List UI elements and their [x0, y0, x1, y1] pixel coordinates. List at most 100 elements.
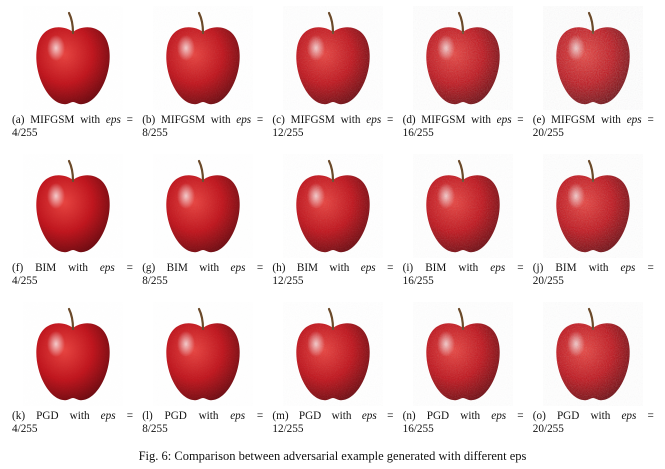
apple-image — [23, 6, 123, 110]
caption-eps: eps — [490, 262, 506, 274]
subfigure-caption: (n) PGD with eps = 16/255 — [403, 410, 524, 436]
caption-eps: eps — [626, 114, 642, 126]
caption-eps: eps — [105, 114, 121, 126]
subfigure-label: (b) — [142, 114, 156, 126]
attack-method: PGD — [556, 410, 580, 422]
eps-value: 8/255 — [142, 127, 168, 139]
apple-image — [153, 302, 253, 406]
attack-method: BIM — [35, 262, 57, 274]
caption-eps: eps — [491, 410, 507, 422]
attack-method: MIFGSM — [30, 114, 75, 126]
apple-image — [23, 302, 123, 406]
apple-image — [543, 6, 644, 110]
caption-with: with — [601, 114, 621, 126]
eps-value: 8/255 — [142, 275, 168, 287]
subfigure-caption: (k) PGD with eps = 4/255 — [12, 410, 133, 436]
caption-with: with — [588, 262, 609, 274]
eps-value: 4/255 — [12, 127, 38, 139]
attack-method: PGD — [164, 410, 187, 422]
caption-equals: = — [647, 114, 654, 126]
caption-equals: = — [387, 114, 394, 126]
apple-image — [413, 6, 514, 110]
apple-image — [413, 302, 514, 406]
caption-with: with — [458, 262, 479, 274]
caption-eps: eps — [99, 262, 115, 274]
subfigure-panel: (c) MIFGSM with eps = 12/255 — [272, 6, 393, 140]
figure-grid: (a) MIFGSM with eps = 4/255 (b) MIFGSM with eps = 8… — [12, 6, 655, 436]
subfigure-label: (f) — [12, 262, 24, 274]
subfigure-panel: (k) PGD with eps = 4/255 — [12, 302, 133, 436]
caption-equals: = — [126, 114, 133, 126]
subfigure-panel: (m) PGD with eps = 12/255 — [272, 302, 393, 436]
apple-illustration — [165, 307, 240, 401]
caption-equals: = — [387, 262, 394, 274]
apple-illustration — [413, 154, 514, 258]
apple-illustration — [35, 11, 110, 105]
apple-image — [282, 154, 383, 258]
apple-illustration — [543, 154, 644, 258]
subfigure-caption: (i) BIM with eps = 16/255 — [403, 262, 524, 288]
subfigure-panel: (b) MIFGSM with eps = 8/255 — [142, 6, 263, 140]
subfigure-label: (m) — [272, 410, 289, 422]
subfigure-caption: (d) MIFGSM with eps = 16/255 — [403, 114, 524, 140]
caption-with: with — [331, 410, 352, 422]
caption-eps: eps — [230, 262, 246, 274]
caption-with: with — [460, 410, 481, 422]
subfigure-panel: (o) PGD with eps = 20/255 — [533, 302, 654, 436]
subfigure-caption: (g) BIM with eps = 8/255 — [142, 262, 263, 288]
subfigure-caption: (l) PGD with eps = 8/255 — [142, 410, 263, 436]
attack-method: BIM — [166, 262, 188, 274]
subfigure-panel: (a) MIFGSM with eps = 4/255 — [12, 6, 133, 140]
subfigure-caption: (e) MIFGSM with eps = 20/255 — [533, 114, 654, 140]
eps-value: 12/255 — [272, 423, 304, 435]
attack-method: MIFGSM — [551, 114, 596, 126]
subfigure-label: (l) — [142, 410, 153, 422]
caption-equals: = — [647, 410, 654, 422]
subfigure-caption: (b) MIFGSM with eps = 8/255 — [142, 114, 263, 140]
apple-illustration — [282, 6, 383, 110]
subfigure-caption: (h) BIM with eps = 12/255 — [272, 262, 393, 288]
caption-eps: eps — [230, 410, 246, 422]
caption-eps: eps — [621, 410, 637, 422]
caption-equals: = — [126, 410, 133, 422]
eps-value: 20/255 — [532, 423, 564, 435]
apple-illustration — [413, 6, 514, 110]
subfigure-panel: (l) PGD with eps = 8/255 — [142, 302, 263, 436]
attack-method: MIFGSM — [421, 114, 466, 126]
subfigure-panel: (g) BIM with eps = 8/255 — [142, 154, 263, 288]
subfigure-panel: (h) BIM with eps = 12/255 — [272, 154, 393, 288]
caption-equals: = — [256, 410, 264, 422]
apple-illustration — [543, 302, 644, 406]
apple-image — [153, 154, 253, 258]
attack-method: MIFGSM — [290, 114, 335, 126]
apple-illustration — [413, 302, 514, 406]
caption-with: with — [199, 262, 220, 274]
subfigure-caption: (m) PGD with eps = 12/255 — [272, 410, 393, 436]
subfigure-panel: (n) PGD with eps = 16/255 — [403, 302, 524, 436]
caption-equals: = — [256, 262, 264, 274]
subfigure-label: (n) — [402, 410, 416, 422]
subfigure-caption: (o) PGD with eps = 20/255 — [533, 410, 654, 436]
apple-illustration — [543, 6, 644, 110]
eps-value: 16/255 — [402, 275, 434, 287]
subfigure-label: (j) — [532, 262, 544, 274]
eps-value: 20/255 — [532, 275, 564, 287]
caption-eps: eps — [360, 262, 376, 274]
caption-equals: = — [517, 262, 524, 274]
subfigure-panel: (d) MIFGSM with eps = 16/255 — [403, 6, 524, 140]
apple-image — [413, 154, 514, 258]
eps-value: 12/255 — [272, 127, 304, 139]
caption-with: with — [471, 114, 491, 126]
subfigure-caption: (a) MIFGSM with eps = 4/255 — [12, 114, 133, 140]
caption-with: with — [198, 410, 219, 422]
caption-equals: = — [126, 262, 133, 274]
caption-with: with — [340, 114, 361, 126]
subfigure-label: (o) — [532, 410, 546, 422]
apple-image — [23, 154, 123, 258]
subfigure-panel: (i) BIM with eps = 16/255 — [403, 154, 524, 288]
subfigure-label: (g) — [142, 262, 156, 274]
apple-illustration — [35, 307, 110, 401]
caption-equals: = — [517, 410, 524, 422]
figure-caption: Fig. 6: Comparison between adversarial e… — [138, 449, 527, 463]
subfigure-panel: (f) BIM with eps = 4/255 — [12, 154, 133, 288]
